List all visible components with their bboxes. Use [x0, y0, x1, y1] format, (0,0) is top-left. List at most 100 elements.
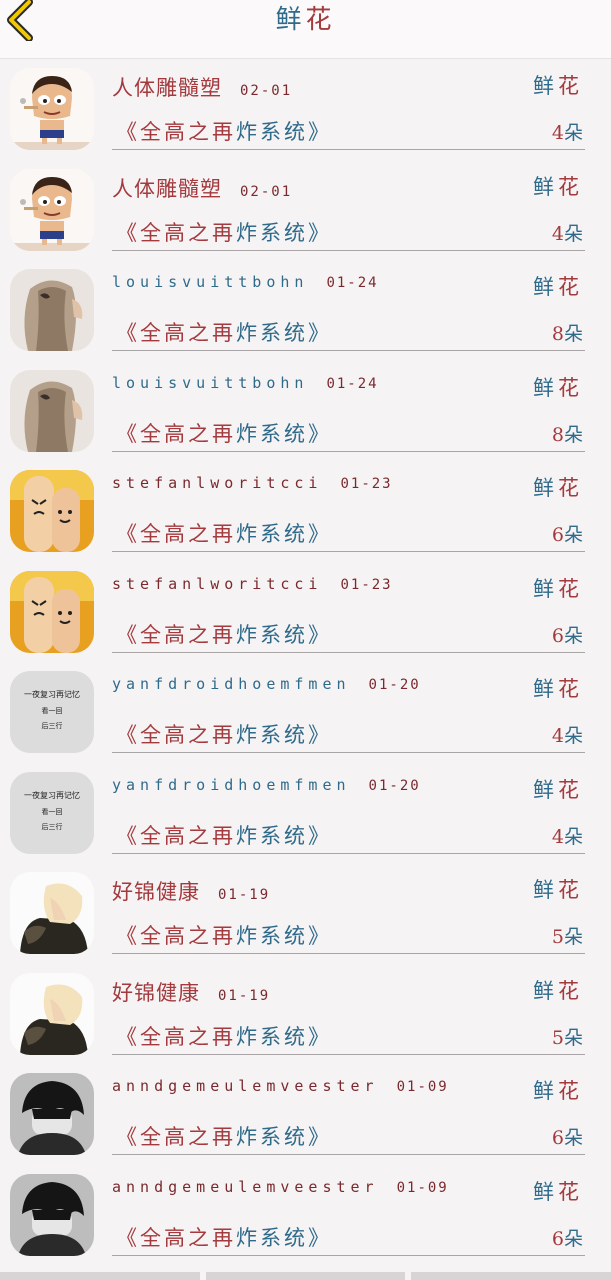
list-item[interactable]: 好锦健康 01-19 鲜花 《全高之再炸系统》 5朵	[0, 963, 611, 1064]
list-item[interactable]: 一夜复习再记忆 看一回 后三行 yanfdroidhoemfmen 01-20 …	[0, 661, 611, 762]
gift-type-label: 鲜花	[533, 1075, 583, 1105]
flower-count: 4朵	[552, 118, 583, 145]
sender-name: yanfdroidhoemfmen	[112, 775, 351, 794]
cartoon-boy-avatar[interactable]	[10, 68, 94, 150]
sender-name: stefanlworitcci	[112, 474, 323, 492]
name-line: louisvuittbohn 01-24	[112, 273, 379, 303]
list-item[interactable]: louisvuittbohn 01-24 鲜花 《全高之再炸系统》 8朵	[0, 360, 611, 461]
list-item[interactable]: 一夜复习再记忆 看一回 后三行 yanfdroidhoemfmen 01-20 …	[0, 762, 611, 863]
finger-faces-avatar[interactable]	[10, 470, 94, 552]
book-title-part-1: 《全高之再	[116, 1024, 236, 1049]
avatar-text-line: 看一回	[41, 807, 63, 816]
sender-name: anndgemeulemveester	[112, 1177, 379, 1196]
book-title-part-1: 《全高之再	[116, 823, 236, 848]
send-date: 02-01	[240, 83, 293, 99]
sender-name: anndgemeulemveester	[112, 1077, 379, 1095]
book-title[interactable]: 《全高之再炸系统》	[116, 217, 332, 247]
list-item[interactable]: stefanlworitcci 01-23 鲜花 《全高之再炸系统》 6朵	[0, 460, 611, 561]
gift-label-part-1: 鲜	[533, 576, 558, 601]
gift-type-label: 鲜花	[533, 774, 583, 804]
count-unit: 朵	[563, 624, 583, 647]
gift-label-part-2: 花	[558, 878, 583, 902]
book-title[interactable]: 《全高之再炸系统》	[116, 317, 332, 347]
name-line: anndgemeulemveester 01-09	[112, 1077, 449, 1107]
book-title[interactable]: 《全高之再炸系统》	[116, 418, 332, 448]
flower-count: 6朵	[552, 1224, 583, 1251]
dark-hair-boy-avatar[interactable]	[10, 1173, 94, 1256]
book-title[interactable]: 《全高之再炸系统》	[116, 116, 332, 146]
book-title[interactable]: 《全高之再炸系统》	[116, 619, 332, 649]
finger-faces-avatar[interactable]	[10, 570, 94, 653]
book-title[interactable]: 《全高之再炸系统》	[116, 719, 332, 749]
count-unit: 朵	[563, 323, 583, 345]
cartoon-boy-avatar[interactable]	[10, 168, 94, 251]
title-part-1: 鲜	[275, 5, 306, 35]
book-title[interactable]: 《全高之再炸系统》	[116, 820, 332, 850]
book-title[interactable]: 《全高之再炸系统》	[116, 518, 332, 548]
sender-name: 人体雕髓塑	[112, 176, 222, 201]
list-item[interactable]: stefanlworitcci 01-23 鲜花 《全高之再炸系统》 6朵	[0, 561, 611, 662]
dark-hair-boy-avatar[interactable]	[10, 1073, 94, 1155]
book-title[interactable]: 《全高之再炸系统》	[116, 1121, 332, 1151]
list-item[interactable]: 好锦健康 01-19 鲜花 《全高之再炸系统》 5朵	[0, 862, 611, 963]
list-item[interactable]: 人体雕髓塑 02-01 鲜花 《全高之再炸系统》 4朵	[0, 159, 611, 260]
name-line: stefanlworitcci 01-23	[112, 474, 393, 504]
row-divider	[112, 450, 585, 452]
name-line: anndgemeulemveester 01-09	[112, 1178, 449, 1208]
book-title-part-2: 炸系统》	[236, 120, 332, 144]
count-unit: 朵	[563, 1127, 583, 1149]
book-title-part-1: 《全高之再	[116, 1225, 236, 1250]
book-title-part-2: 炸系统》	[236, 1125, 332, 1149]
avatar-text-line: 一夜复习再记忆	[24, 690, 80, 699]
flower-record-list: 人体雕髓塑 02-01 鲜花 《全高之再炸系统》 4朵 人体雕髓塑 02-01 …	[0, 58, 611, 1264]
name-line: 好锦健康 01-19	[112, 977, 270, 1007]
count-number: 4	[551, 725, 564, 747]
name-line: louisvuittbohn 01-24	[112, 374, 379, 404]
send-date: 01-23	[340, 576, 393, 593]
send-date: 02-01	[240, 183, 293, 200]
sender-name: yanfdroidhoemfmen	[112, 675, 351, 693]
gift-label-part-1: 鲜	[533, 375, 558, 400]
gift-label-part-1: 鲜	[533, 275, 558, 299]
flower-count: 5朵	[552, 922, 583, 949]
gift-label-part-2: 花	[558, 1079, 583, 1103]
page-title: 鲜花	[0, 0, 611, 40]
gift-label-part-1: 鲜	[533, 1079, 558, 1103]
book-title[interactable]: 《全高之再炸系统》	[116, 920, 332, 950]
peek-segment	[411, 1272, 611, 1280]
name-line: yanfdroidhoemfmen 01-20	[112, 776, 421, 806]
text-note-avatar[interactable]: 一夜复习再记忆 看一回 后三行	[10, 771, 94, 854]
row-divider	[112, 651, 585, 653]
list-item[interactable]: louisvuittbohn 01-24 鲜花 《全高之再炸系统》 8朵	[0, 259, 611, 360]
list-item[interactable]: 人体雕髓塑 02-01 鲜花 《全高之再炸系统》 4朵	[0, 58, 611, 159]
woman-hair-avatar[interactable]	[10, 269, 94, 351]
flower-count: 4朵	[552, 219, 583, 246]
count-unit: 朵	[563, 1026, 583, 1049]
anime-blonde-avatar[interactable]	[10, 972, 94, 1055]
count-number: 6	[551, 1227, 564, 1250]
book-title-part-2: 炸系统》	[236, 1024, 332, 1049]
book-title[interactable]: 《全高之再炸系统》	[116, 1021, 332, 1051]
woman-hair-avatar[interactable]	[10, 369, 94, 452]
sender-name: louisvuittbohn	[112, 373, 309, 392]
anime-blonde-avatar[interactable]	[10, 872, 94, 954]
send-date: 01-20	[368, 777, 421, 794]
book-title-part-2: 炸系统》	[236, 1225, 332, 1250]
flower-count: 4朵	[552, 822, 583, 849]
count-number: 4	[551, 825, 564, 848]
list-item[interactable]: anndgemeulemveester 01-09 鲜花 《全高之再炸系统》 6…	[0, 1164, 611, 1265]
flower-count: 6朵	[552, 520, 583, 547]
gift-label-part-1: 鲜	[533, 174, 558, 199]
book-title[interactable]: 《全高之再炸系统》	[116, 1222, 332, 1252]
row-divider	[112, 852, 585, 854]
send-date: 01-19	[218, 887, 271, 903]
list-item[interactable]: anndgemeulemveester 01-09 鲜花 《全高之再炸系统》 6…	[0, 1063, 611, 1164]
gift-label-part-1: 鲜	[533, 74, 558, 98]
name-line: yanfdroidhoemfmen 01-20	[112, 675, 421, 705]
count-unit: 朵	[563, 122, 583, 144]
gift-type-label: 鲜花	[533, 472, 583, 502]
count-unit: 朵	[563, 524, 583, 546]
text-note-avatar[interactable]: 一夜复习再记忆 看一回 后三行	[10, 671, 94, 753]
gift-label-part-1: 鲜	[533, 878, 558, 902]
book-title-part-2: 炸系统》	[236, 622, 332, 647]
